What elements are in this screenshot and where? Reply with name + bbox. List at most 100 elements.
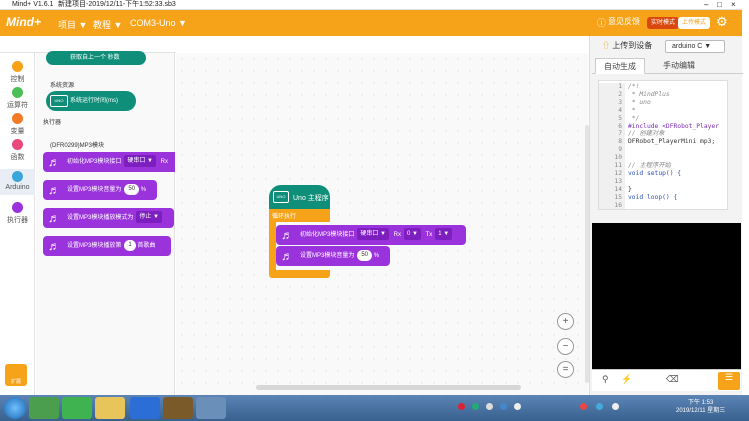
- palette-block-system-runtime[interactable]: UNO 系统运行时间(ms): [46, 91, 136, 111]
- plug-icon[interactable]: ⚡: [621, 374, 632, 385]
- zoom-reset-button[interactable]: =: [557, 361, 574, 378]
- board-select[interactable]: arduino C ▼: [665, 40, 725, 53]
- category-variables[interactable]: 变量: [0, 113, 35, 136]
- uno-board-icon: UNO: [273, 191, 289, 203]
- volume-input[interactable]: 50: [124, 183, 140, 195]
- play-mode-dropdown[interactable]: 停止 ▼: [136, 211, 162, 224]
- palette-block-mp3-song[interactable]: ♬ 设置MP3模块播放第 1 首歌曲: [43, 236, 171, 256]
- category-label: 函数: [10, 154, 25, 161]
- title-bar: Mind+ V1.6.1 新建项目-2019/12/11-下午1:52:33.s…: [0, 0, 742, 10]
- category-functions[interactable]: 函数: [0, 139, 35, 162]
- app-window: Mind+ V1.6.1 新建项目-2019/12/11-下午1:52:33.s…: [0, 0, 743, 395]
- hat-label: Uno 主程序: [293, 195, 329, 202]
- upload-button[interactable]: ⇧ 上传到设备: [602, 40, 652, 51]
- line-number: 12: [614, 169, 622, 177]
- variables-dot-icon: [12, 113, 23, 124]
- tray-icon[interactable]: [458, 403, 465, 410]
- tray-icon[interactable]: [486, 403, 493, 410]
- category-control[interactable]: 控制: [0, 61, 35, 84]
- volume-input[interactable]: 50: [357, 249, 373, 261]
- category-arduino[interactable]: Arduino: [0, 169, 35, 195]
- start-button[interactable]: [4, 397, 26, 419]
- tray-icon[interactable]: [612, 403, 619, 410]
- zoom-out-button[interactable]: −: [557, 338, 574, 355]
- section-system-resource: 系统资源: [50, 83, 75, 89]
- tray-icon[interactable]: [514, 403, 521, 410]
- close-button[interactable]: ×: [731, 0, 736, 9]
- extension-button[interactable]: 扩展: [5, 364, 27, 386]
- palette-block-partial[interactable]: 获取自上一个 秒数: [46, 51, 146, 65]
- code-line: * MindPlus: [628, 90, 670, 98]
- usb-icon[interactable]: ⚲: [602, 374, 609, 385]
- extension-label: 扩展: [10, 379, 21, 385]
- port-dropdown[interactable]: 硬串口 ▼: [357, 228, 389, 241]
- workspace-block-mp3-volume[interactable]: ♬ 设置MP3模块音量为 50 %: [276, 246, 390, 266]
- code-line: */: [628, 114, 640, 122]
- tab-auto-generate[interactable]: 自动生成: [595, 58, 645, 74]
- line-number: 16: [614, 201, 622, 209]
- menu-tutorial[interactable]: 教程 ▼: [93, 18, 122, 31]
- code-line: /*!: [628, 83, 640, 90]
- music-note-icon: ♬: [281, 249, 293, 263]
- tray-icon[interactable]: [472, 403, 479, 410]
- section-actuator: 执行器: [43, 120, 62, 126]
- taskbar-app-360[interactable]: [29, 397, 59, 419]
- clear-output-icon[interactable]: ⌫: [666, 374, 679, 385]
- taskbar-app-mindplus[interactable]: [163, 397, 193, 419]
- tx-dropdown[interactable]: 1 ▼: [435, 228, 453, 241]
- workspace-block-mp3-init[interactable]: ♬ 初始化MP3模块接口 硬串口 ▼ Rx 0 ▼ Tx 1 ▼: [276, 225, 466, 245]
- taskbar-clock[interactable]: 下午 1:53 2019/12/11 星期三: [676, 399, 725, 415]
- menu-project[interactable]: 项目 ▼: [58, 18, 87, 31]
- gear-icon[interactable]: ⚙: [716, 14, 728, 30]
- minimize-button[interactable]: –: [704, 0, 708, 9]
- functions-dot-icon: [12, 139, 23, 150]
- tab-manual-edit[interactable]: 手动编辑: [654, 58, 704, 74]
- upload-icon: ⇧: [602, 41, 610, 50]
- code-lines: /*! * MindPlus * uno * */#include <DFRob…: [628, 83, 719, 209]
- actuators-dot-icon: [12, 202, 23, 213]
- tray-icon[interactable]: [500, 403, 507, 410]
- realtime-mode-toggle[interactable]: 实时模式: [647, 17, 680, 29]
- song-number-input[interactable]: 1: [124, 239, 136, 251]
- palette-block-mp3-init[interactable]: ♬ 初始化MP3模块接口 硬串口 ▼ Rx: [43, 152, 175, 172]
- tray-icon[interactable]: [596, 403, 603, 410]
- taskbar-app-explorer[interactable]: [95, 397, 125, 419]
- code-editor[interactable]: 1 2 3 4 5 6 7 8 9 10 11 12 13 14 15 16 /*! * MindPlus *…: [598, 80, 728, 210]
- menu-port[interactable]: COM3-Uno ▼: [130, 18, 187, 28]
- taskbar-app-paint[interactable]: [196, 397, 226, 419]
- code-workspace[interactable]: [176, 53, 588, 395]
- palette-block-mp3-volume[interactable]: ♬ 设置MP3模块音量为 50 %: [43, 180, 157, 200]
- mindplus-logo: Mind+: [6, 15, 41, 29]
- serial-monitor[interactable]: [592, 223, 741, 369]
- feedback-icon[interactable]: ⓘ: [597, 16, 606, 29]
- tray-icon[interactable]: [580, 403, 587, 410]
- code-line: void setup() {: [628, 169, 682, 177]
- maximize-button[interactable]: □: [717, 0, 722, 9]
- workspace-horizontal-scrollbar[interactable]: [256, 385, 521, 390]
- line-number: 1: [618, 83, 622, 90]
- section-dfr0299: (DFR0299)MP3模块: [50, 143, 105, 149]
- line-number: 13: [614, 177, 622, 185]
- code-panel: ⇧ 上传到设备 arduino C ▼ 自动生成 手动编辑 1234567891…: [589, 36, 743, 395]
- clock-time: 下午 1:53: [687, 400, 714, 406]
- uno-main-hat-block[interactable]: UNO Uno 主程序: [269, 185, 330, 210]
- upload-mode-toggle[interactable]: 上传模式: [678, 17, 711, 29]
- feedback-link[interactable]: 意见反馈: [608, 16, 640, 27]
- taskbar-app-wechat[interactable]: [62, 397, 92, 419]
- music-note-icon: ♬: [281, 228, 293, 242]
- palette-block-mp3-play-mode[interactable]: ♬ 设置MP3模块播放模式为 停止 ▼: [43, 208, 174, 228]
- port-dropdown[interactable]: 硬串口 ▼: [124, 155, 156, 168]
- app-version: Mind+ V1.6.1: [12, 1, 54, 8]
- music-note-icon: ♬: [48, 183, 60, 197]
- category-actuators[interactable]: 执行器: [0, 202, 35, 225]
- category-label: 变量: [10, 128, 25, 135]
- zoom-in-button[interactable]: +: [557, 313, 574, 330]
- line-number: 14: [614, 185, 622, 193]
- rx-dropdown[interactable]: 0 ▼: [403, 228, 421, 241]
- menu-lines-icon[interactable]: ☰: [718, 372, 740, 390]
- line-number: 4: [618, 106, 622, 114]
- category-operators[interactable]: 运算符: [0, 87, 35, 110]
- taskbar-app-word[interactable]: [130, 397, 160, 419]
